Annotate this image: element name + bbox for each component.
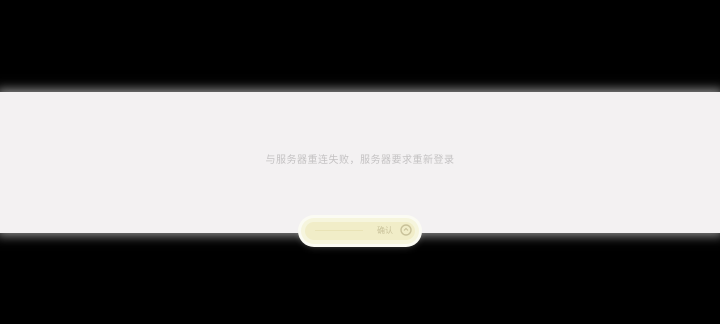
screen: 与服务器重连失败，服务器要求重新登录 确认: [0, 0, 720, 324]
confirm-button-decoration: [315, 230, 363, 231]
dialog-message: 与服务器重连失败，服务器要求重新登录: [265, 155, 455, 166]
confirm-label: 确认: [377, 226, 393, 235]
reconnect-dialog: 与服务器重连失败，服务器要求重新登录: [0, 92, 720, 233]
refresh-icon: [400, 224, 412, 236]
confirm-button[interactable]: 确认: [301, 218, 419, 244]
confirm-button-track: [305, 222, 415, 240]
